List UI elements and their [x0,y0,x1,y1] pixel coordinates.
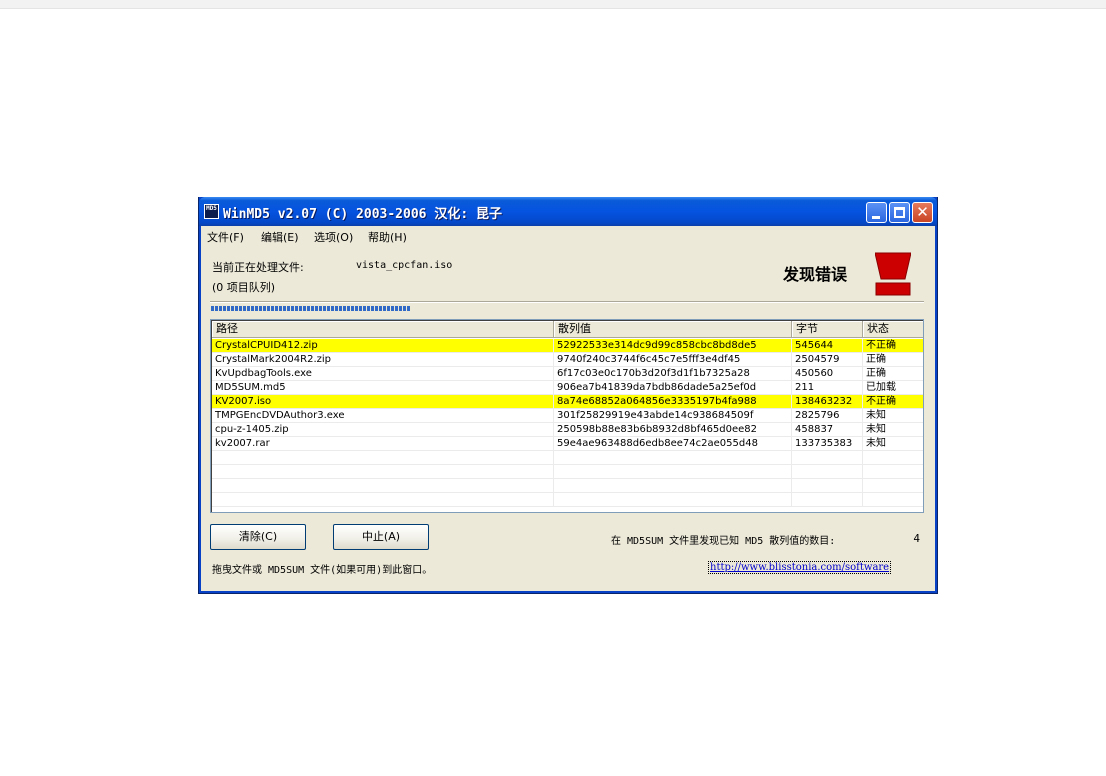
table-row[interactable]: CrystalCPUID412.zip 52922533e314dc9d99c8… [212,339,923,353]
cell-hash: 9740f240c3744f6c45c7e5fff3e4df45 [554,353,792,367]
cell-path: CrystalMark2004R2.zip [212,353,554,367]
cell-bytes: 211 [792,381,863,395]
cell-status: 已加载 [866,382,896,393]
cell-path: CrystalCPUID412.zip [212,339,554,353]
column-header-status[interactable]: 状态 [863,321,923,338]
separator [210,301,924,303]
minimize-icon [872,216,880,219]
table-header: 路径 散列值 字节 状态 [212,321,923,338]
menu-edit[interactable]: 编辑(E) [261,229,299,245]
cell-bytes: 138463232 [792,395,863,409]
cell-status: 正确 [866,368,886,379]
clear-button[interactable]: 清除(C) [210,524,306,550]
cell-hash: 301f25829919e43abde14c938684509f [554,409,792,423]
cell-bytes: 450560 [792,367,863,381]
stop-button[interactable]: 中止(A) [333,524,429,550]
cell-hash: 8a74e68852a064856e3335197b4fa988 [554,395,792,409]
table-body: CrystalCPUID412.zip 52922533e314dc9d99c8… [212,339,923,507]
maximize-icon [894,207,905,218]
results-table[interactable]: 路径 散列值 字节 状态 CrystalCPUID412.zip 5292253… [210,319,924,513]
cell-hash: 6f17c03e0c170b3d20f3d1f1b7325a28 [554,367,792,381]
table-row[interactable]: MD5SUM.md5 906ea7b41839da7bdb86dade5a25e… [212,381,923,395]
cell-path: MD5SUM.md5 [212,381,554,395]
drag-hint: 拖曳文件或 MD5SUM 文件(如果可用)到此窗口。 [212,565,433,576]
processing-label: 当前正在处理文件: [212,261,304,274]
empty-row [212,465,923,479]
browser-top-strip [0,0,1106,9]
table-row[interactable]: kv2007.rar 59e4ae963488d6edb8ee74c2ae055… [212,437,923,451]
cell-status: 正确 [866,354,886,365]
title-bar[interactable]: MD5 WinMD5 v2.07 (C) 2003-2006 汉化: 昆子 ✕ [199,197,937,226]
winmd5-window: MD5 WinMD5 v2.07 (C) 2003-2006 汉化: 昆子 ✕ … [198,197,938,594]
close-icon: ✕ [916,203,929,221]
maximize-button[interactable] [889,202,910,223]
cell-status: 未知 [866,410,886,421]
cell-bytes: 2504579 [792,353,863,367]
empty-row [212,479,923,493]
cell-bytes: 2825796 [792,409,863,423]
cell-hash: 59e4ae963488d6edb8ee74c2ae055d48 [554,437,792,451]
table-row[interactable]: cpu-z-1405.zip 250598b88e83b6b8932d8bf46… [212,423,923,437]
cell-path: TMPGEncDVDAuthor3.exe [212,409,554,423]
cell-status: 未知 [866,424,886,435]
menu-file[interactable]: 文件(F) [207,229,244,245]
menu-bar: 文件(F) 编辑(E) 选项(O) 帮助(H) [202,226,934,246]
table-row[interactable]: CrystalMark2004R2.zip 9740f240c3744f6c45… [212,353,923,367]
website-link[interactable]: http://www.blisstonia.com/software [708,561,892,574]
cell-bytes: 545644 [792,339,863,353]
minimize-button[interactable] [866,202,887,223]
table-row[interactable]: TMPGEncDVDAuthor3.exe 301f25829919e43abd… [212,409,923,423]
empty-row [212,493,923,507]
cell-status: 未知 [866,438,886,449]
table-row[interactable]: KV2007.iso 8a74e68852a064856e3335197b4fa… [212,395,923,409]
close-button[interactable]: ✕ [912,202,933,223]
cell-hash: 906ea7b41839da7bdb86dade5a25ef0d [554,381,792,395]
processing-filename: vista_cpcfan.iso [356,260,453,271]
menu-help[interactable]: 帮助(H) [368,229,407,245]
cell-path: KvUpdbagTools.exe [212,367,554,381]
cell-bytes: 133735383 [792,437,863,451]
table-row[interactable]: KvUpdbagTools.exe 6f17c03e0c170b3d20f3d1… [212,367,923,381]
app-icon: MD5 [204,204,219,219]
progress-bar [211,306,411,311]
cell-path: cpu-z-1405.zip [212,423,554,437]
cell-status: 不正确 [866,396,896,407]
error-stop-icon [875,252,911,296]
cell-hash: 52922533e314dc9d99c858cbc8bd8de5 [554,339,792,353]
menu-options[interactable]: 选项(O) [314,229,353,245]
md5sum-count-value: 4 [913,532,920,545]
status-text: 发现错误 [783,265,848,284]
column-header-hash[interactable]: 散列值 [554,321,792,338]
queue-count: (0 项目队列) [212,281,276,294]
column-header-path[interactable]: 路径 [212,321,554,338]
empty-row [212,451,923,465]
cell-path: KV2007.iso [212,395,554,409]
cell-hash: 250598b88e83b6b8932d8bf465d0ee82 [554,423,792,437]
cell-status: 不正确 [866,340,896,351]
cell-bytes: 458837 [792,423,863,437]
cell-path: kv2007.rar [212,437,554,451]
md5sum-count-label: 在 MD5SUM 文件里发现已知 MD5 散列值的数目: [611,536,836,547]
column-header-bytes[interactable]: 字节 [792,321,863,338]
window-title: WinMD5 v2.07 (C) 2003-2006 汉化: 昆子 [223,207,502,222]
